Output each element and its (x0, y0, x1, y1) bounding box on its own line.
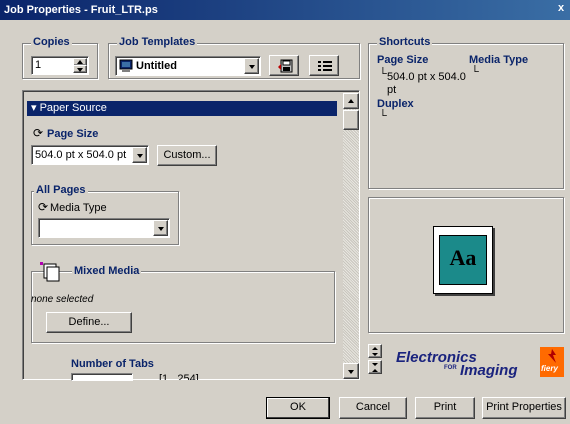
page-size-select[interactable]: 504.0 pt x 504.0 pt (31, 145, 149, 165)
cancel-button[interactable]: Cancel (339, 397, 407, 419)
copies-value: 1 (35, 59, 42, 71)
brand-small: FOR (444, 365, 457, 371)
custom-button[interactable]: Custom... (157, 145, 217, 166)
shortcut-page-size-value: 504.0 pt x 504.0 (387, 71, 466, 83)
electronics-for-imaging-logo: Electronics FOR Imaging (396, 346, 536, 380)
collapse-all-icon (372, 363, 378, 372)
refresh-icon: ⟳ (33, 126, 44, 140)
shortcut-duplex-label[interactable]: Duplex (377, 98, 414, 110)
scroll-down-icon[interactable] (343, 363, 359, 379)
copies-group: Copies 1 (22, 36, 98, 79)
shortcut-media-type-label[interactable]: Media Type (469, 54, 528, 66)
all-pages-label: All Pages (34, 184, 88, 196)
mixed-media-status: none selected (31, 294, 94, 305)
page-size-label: Page Size (47, 128, 99, 140)
expand-all-icon (372, 347, 378, 356)
flame-icon (548, 349, 556, 363)
media-type-select[interactable] (38, 218, 170, 238)
mixed-media-group: Mixed Media none selected Define... (31, 262, 335, 343)
page-size-value: 504.0 pt x 504.0 pt (35, 149, 127, 161)
print-button[interactable]: Print (415, 397, 475, 419)
page-size-dropdown-icon[interactable] (132, 147, 147, 163)
number-of-tabs-input[interactable] (71, 373, 133, 381)
media-refresh-icon: ⟳ (38, 200, 49, 214)
mixed-media-label: Mixed Media (72, 265, 142, 277)
shortcut-page-size-tree: └ (379, 68, 387, 80)
computer-icon (119, 59, 133, 72)
paper-source-header[interactable]: ▾ Paper Source (27, 101, 337, 116)
preview-page: Aa (433, 226, 493, 294)
preview-sample-text: Aa (449, 245, 477, 270)
media-type-label: Media Type (50, 202, 107, 214)
media-type-dropdown-icon[interactable] (153, 220, 168, 236)
save-template-icon (278, 59, 293, 73)
template-dropdown-icon[interactable] (244, 58, 259, 74)
print-properties-button[interactable]: Print Properties (482, 397, 566, 419)
preview-group: Aa (368, 197, 564, 333)
manage-templates-button[interactable] (309, 55, 339, 76)
list-icon (318, 61, 332, 71)
job-templates-group: Job Templates Untitled (108, 36, 360, 79)
shortcut-duplex-tree: └ (379, 110, 387, 122)
shortcuts-label: Shortcuts (377, 36, 433, 48)
save-template-button[interactable] (269, 55, 299, 76)
mixed-media-icon (40, 262, 60, 282)
ok-button[interactable]: OK (266, 397, 330, 419)
number-of-tabs-label: Number of Tabs (71, 358, 154, 370)
shortcut-page-size-label[interactable]: Page Size (377, 54, 428, 66)
all-pages-group: All Pages ⟳ Media Type (31, 184, 179, 245)
close-icon[interactable]: x (554, 3, 568, 16)
fiery-text: fiery (541, 364, 558, 373)
copies-down-icon[interactable] (73, 65, 87, 73)
panel-scrollbar[interactable] (343, 93, 359, 379)
shortcut-page-size-value-cont: pt (387, 84, 397, 96)
define-button[interactable]: Define... (46, 312, 132, 333)
job-templates-label: Job Templates (117, 36, 198, 48)
paper-source-label: Paper Source (39, 102, 107, 114)
properties-panel: ▾ Paper Source ⟳ Page Size 504.0 pt x 50… (22, 90, 360, 381)
expand-all-button[interactable] (368, 344, 382, 358)
scroll-up-icon[interactable] (343, 93, 359, 109)
fiery-logo: fiery (540, 347, 564, 377)
copies-input[interactable]: 1 (31, 56, 89, 75)
copies-label: Copies (31, 36, 72, 48)
title-bar: Job Properties - Fruit_LTR.ps (0, 0, 570, 20)
number-of-tabs-range: [1...254] (159, 373, 199, 380)
section-toggle-icon: ▾ (31, 102, 37, 114)
template-value: Untitled (136, 60, 177, 72)
shortcut-media-type-tree: └ (471, 66, 479, 78)
template-select[interactable]: Untitled (115, 56, 261, 76)
window-title: Job Properties - Fruit_LTR.ps (4, 4, 158, 16)
shortcuts-group: Shortcuts Page Size └ 504.0 pt x 504.0 p… (368, 36, 564, 189)
scroll-thumb[interactable] (343, 110, 359, 130)
collapse-all-button[interactable] (368, 360, 382, 374)
brand-line2: Imaging (460, 362, 518, 379)
